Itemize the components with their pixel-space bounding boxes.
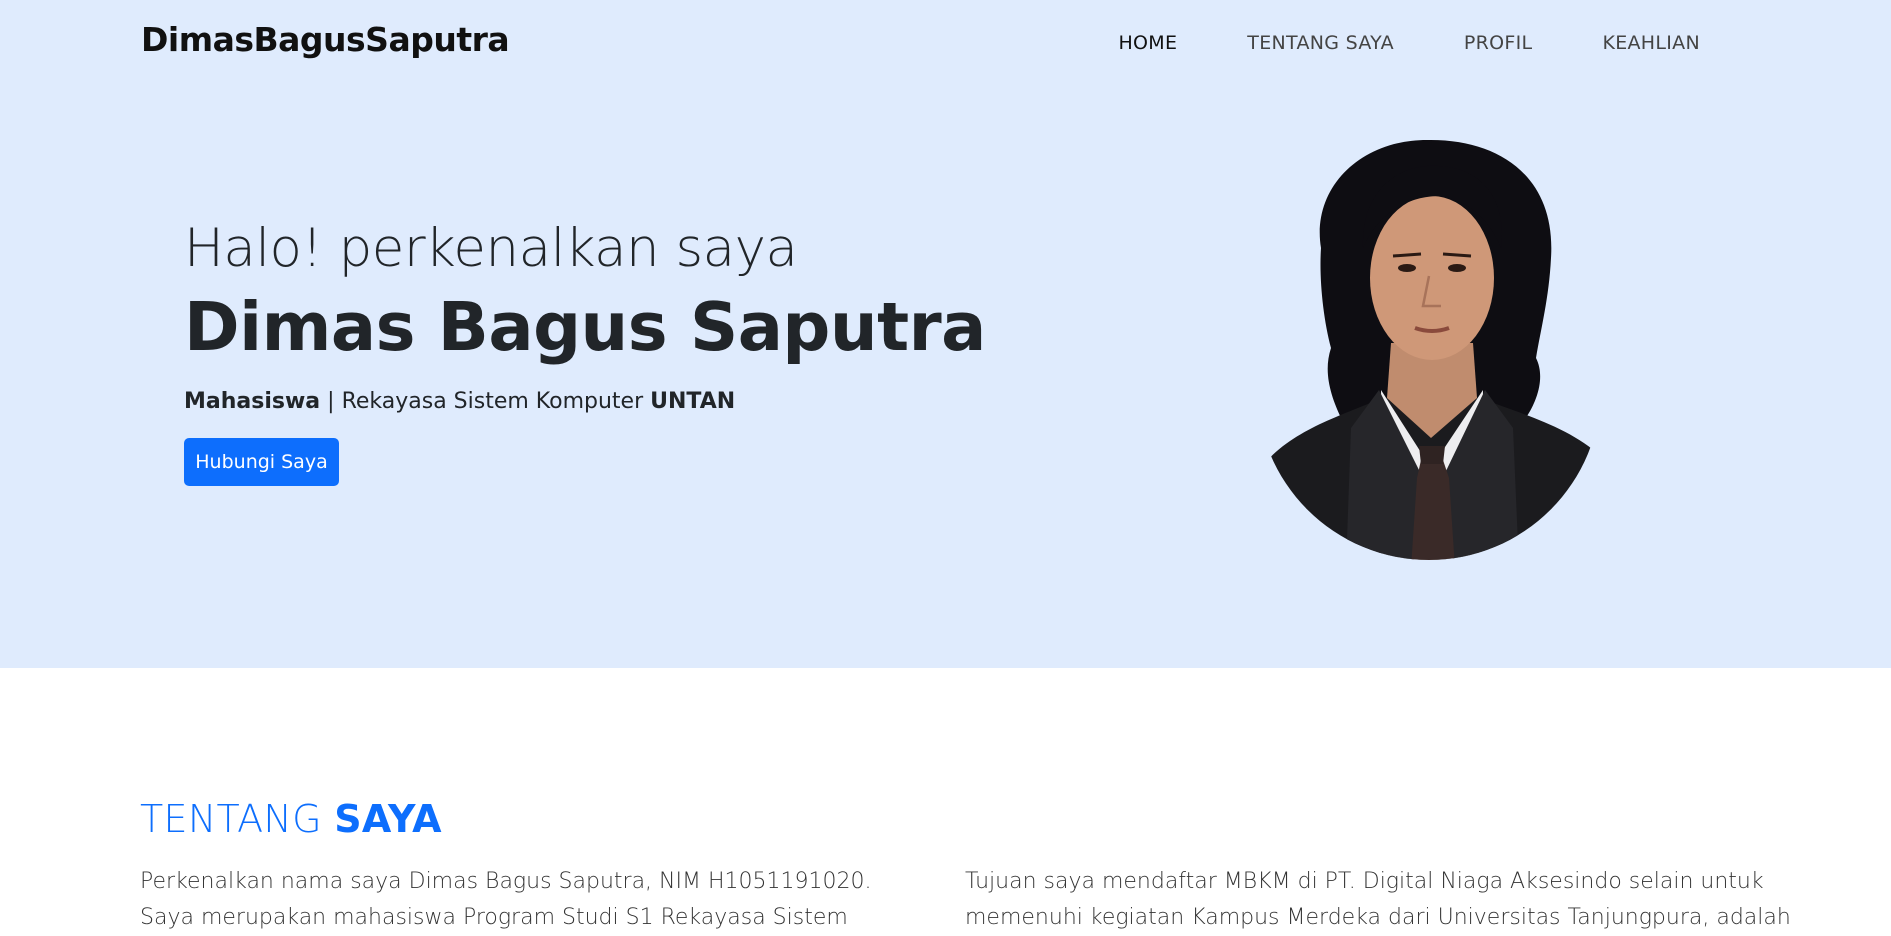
university-label: UNTAN [650, 389, 736, 414]
about-title: TENTANG SAYA [140, 797, 442, 841]
nav-profile[interactable]: PROFIL [1464, 32, 1533, 54]
subtitle-separator: | [320, 389, 342, 414]
about-title-bold: SAYA [334, 797, 442, 841]
profile-photo [1257, 139, 1601, 560]
nav-skills[interactable]: KEAHLIAN [1602, 32, 1700, 54]
about-left-line-2: Saya merupakan mahasiswa Program Studi S… [140, 905, 848, 930]
nav-menu: HOME TENTANG SAYA PROFIL KEAHLIAN [1048, 32, 1700, 54]
nav-about[interactable]: TENTANG SAYA [1247, 32, 1394, 54]
about-right-column: Tujuan saya mendaftar MBKM di PT. Digita… [965, 864, 1791, 936]
program-label: Rekayasa Sistem Komputer [341, 389, 651, 414]
contact-button[interactable]: Hubungi Saya [184, 438, 339, 486]
nav-home[interactable]: HOME [1118, 32, 1177, 54]
navbar: DimasBagusSaputra HOME TENTANG SAYA PROF… [0, 0, 1891, 86]
role-label: Mahasiswa [184, 389, 321, 414]
about-right-line-2: memenuhi kegiatan Kampus Merdeka dari Un… [965, 905, 1791, 930]
brand-logo[interactable]: DimasBagusSaputra [141, 20, 510, 59]
hero-greeting: Halo! perkenalkan saya [184, 218, 798, 279]
about-left-column: Perkenalkan nama saya Dimas Bagus Saputr… [140, 864, 872, 936]
about-right-line-1: Tujuan saya mendaftar MBKM di PT. Digita… [965, 869, 1764, 894]
hero-name: Dimas Bagus Saputra [184, 288, 986, 366]
hero-section: DimasBagusSaputra HOME TENTANG SAYA PROF… [0, 0, 1891, 668]
about-left-line-1: Perkenalkan nama saya Dimas Bagus Saputr… [140, 869, 872, 894]
hero-subtitle: Mahasiswa | Rekayasa Sistem Komputer UNT… [184, 389, 735, 414]
about-title-light: TENTANG [140, 797, 335, 841]
